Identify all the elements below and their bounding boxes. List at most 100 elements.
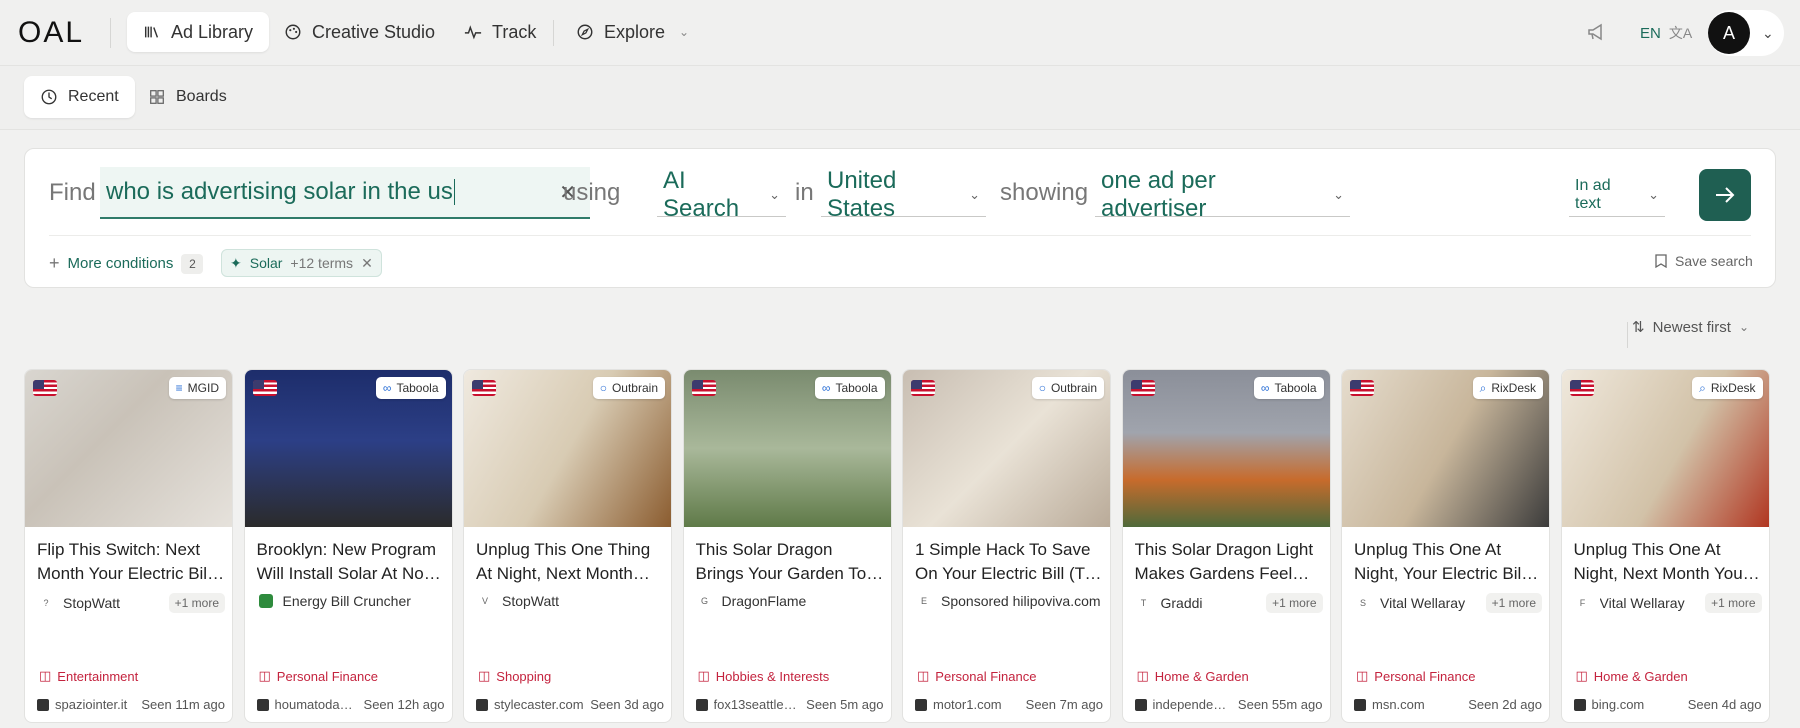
category-tag[interactable]: ◫ Personal Finance bbox=[1356, 668, 1475, 684]
category-tag[interactable]: ◫ Home & Garden bbox=[1137, 668, 1249, 684]
ad-title[interactable]: Flip This Switch: Next Month Your Electr… bbox=[37, 538, 225, 586]
advertiser-row[interactable]: S Vital Wellaray +1 more bbox=[1356, 593, 1542, 613]
save-search-button[interactable]: Save search bbox=[1655, 253, 1753, 269]
network-label: Taboola bbox=[835, 381, 878, 395]
nav-explore[interactable]: Explore ⌄ bbox=[560, 12, 705, 52]
divider bbox=[110, 18, 111, 48]
publisher-domain[interactable]: fox13seattle.com bbox=[714, 697, 801, 712]
search-query-input[interactable]: who is advertising solar in the us ✕ bbox=[100, 167, 590, 219]
app-logo[interactable]: OAL bbox=[18, 16, 84, 50]
ad-title[interactable]: This Solar Dragon Brings Your Garden To … bbox=[696, 538, 884, 586]
publisher-domain[interactable]: houmatoday.com bbox=[275, 697, 358, 712]
publisher-domain[interactable]: msn.com bbox=[1372, 697, 1462, 712]
card-footer: motor1.com Seen 7m ago bbox=[915, 697, 1103, 712]
advertiser-row[interactable]: ? StopWatt +1 more bbox=[39, 593, 225, 613]
ad-title[interactable]: This Solar Dragon Light Makes Gardens Fe… bbox=[1135, 538, 1323, 586]
remove-tag-icon[interactable]: ✕ bbox=[361, 255, 373, 272]
us-flag-icon bbox=[691, 380, 716, 396]
display-mode-select[interactable]: one ad per advertiser ⌄ bbox=[1095, 167, 1350, 222]
advertiser-row[interactable]: Energy Bill Cruncher bbox=[258, 593, 445, 609]
ad-card[interactable]: ∞ Taboola Brooklyn: New Program Will Ins… bbox=[243, 369, 453, 723]
in-label: in bbox=[795, 179, 814, 206]
keyword-tag[interactable]: ✦ Solar +12 terms ✕ bbox=[221, 249, 382, 277]
ad-thumbnail[interactable]: ∞ Taboola bbox=[244, 370, 452, 527]
compass-icon bbox=[577, 24, 593, 40]
country-select[interactable]: United States ⌄ bbox=[821, 167, 986, 222]
us-flag-icon bbox=[472, 380, 496, 396]
category-tag[interactable]: ◫ Home & Garden bbox=[1576, 668, 1688, 684]
scope-select[interactable]: In ad text ⌄ bbox=[1569, 173, 1665, 217]
nav-creative-studio[interactable]: Creative Studio bbox=[268, 12, 451, 52]
advertiser-row[interactable]: E Sponsored hilipoviva.com bbox=[917, 593, 1103, 609]
ad-card[interactable]: ⌕ RixDesk Unplug This One At Night, Next… bbox=[1560, 369, 1770, 723]
network-badge: ⌕ RixDesk bbox=[1692, 377, 1763, 399]
nav-ad-library[interactable]: Ad Library bbox=[127, 12, 270, 52]
divider bbox=[553, 20, 554, 46]
seen-time: Seen 11m ago bbox=[141, 697, 225, 712]
us-flag-icon bbox=[1350, 380, 1374, 396]
query-text: who is advertising solar in the us bbox=[106, 178, 453, 205]
arrow-right-icon bbox=[1716, 187, 1735, 203]
more-advertisers-badge[interactable]: +1 more bbox=[1485, 593, 1542, 613]
advertiser-name: StopWatt bbox=[63, 595, 121, 611]
publisher-domain[interactable]: stylecaster.com bbox=[494, 697, 584, 712]
chevron-down-icon: ⌄ bbox=[969, 186, 980, 202]
ad-thumbnail[interactable]: ⌕ RixDesk bbox=[1342, 370, 1549, 527]
ad-card[interactable]: ∞ Taboola This Solar Dragon Light Makes … bbox=[1121, 369, 1331, 723]
category-tag[interactable]: ◫ Personal Finance bbox=[917, 668, 1036, 684]
search-submit-button[interactable] bbox=[1699, 169, 1751, 221]
publisher-domain[interactable]: spaziointer.it bbox=[55, 697, 135, 712]
category-tag[interactable]: ◫ Hobbies & Interests bbox=[698, 668, 830, 684]
nav-track[interactable]: Track bbox=[448, 12, 552, 52]
save-search-label: Save search bbox=[1675, 253, 1753, 269]
ad-title[interactable]: Brooklyn: New Program Will Install Solar… bbox=[257, 538, 445, 586]
more-advertisers-badge[interactable]: +1 more bbox=[1266, 593, 1323, 613]
more-advertisers-badge[interactable]: +1 more bbox=[1705, 593, 1762, 613]
ad-title[interactable]: Unplug This One Thing At Night, Next Mon… bbox=[476, 538, 664, 586]
more-advertisers-badge[interactable]: +1 more bbox=[168, 593, 225, 613]
ad-thumbnail[interactable]: ⌕ RixDesk bbox=[1561, 370, 1769, 527]
announcements-icon[interactable] bbox=[1586, 22, 1608, 42]
tag-extra: +12 terms bbox=[290, 255, 354, 271]
ad-card[interactable]: ○ Outbrain Unplug This One Thing At Nigh… bbox=[463, 369, 672, 723]
category-tag[interactable]: ◫ Personal Finance bbox=[259, 668, 378, 684]
tab-label: Boards bbox=[176, 88, 227, 105]
tab-boards[interactable]: Boards bbox=[132, 76, 243, 118]
category-tag[interactable]: ◫ Entertainment bbox=[39, 668, 138, 684]
advertiser-row[interactable]: V StopWatt bbox=[478, 593, 664, 609]
ad-thumbnail[interactable]: ≡ MGID bbox=[25, 370, 232, 527]
publisher-domain[interactable]: bing.com bbox=[1592, 697, 1682, 712]
ad-card[interactable]: ≡ MGID Flip This Switch: Next Month Your… bbox=[24, 369, 233, 723]
seen-time: Seen 12h ago bbox=[363, 697, 445, 712]
ad-thumbnail[interactable]: ○ Outbrain bbox=[903, 370, 1110, 527]
ad-title[interactable]: Unplug This One At Night, Next Month You… bbox=[1574, 538, 1762, 586]
ad-thumbnail[interactable]: ○ Outbrain bbox=[464, 370, 671, 527]
category-tag[interactable]: ◫ Shopping bbox=[478, 668, 551, 684]
network-icon: ∞ bbox=[821, 381, 831, 395]
network-badge: ○ Outbrain bbox=[1031, 377, 1104, 399]
ad-card[interactable]: ⌕ RixDesk Unplug This One At Night, Your… bbox=[1341, 369, 1550, 723]
more-conditions-button[interactable]: + More conditions 2 bbox=[49, 253, 204, 274]
advertiser-row[interactable]: F Vital Wellaray +1 more bbox=[1576, 593, 1762, 613]
ad-title[interactable]: Unplug This One At Night, Your Electric … bbox=[1354, 538, 1542, 586]
ad-card[interactable]: ○ Outbrain 1 Simple Hack To Save On Your… bbox=[902, 369, 1111, 723]
account-menu[interactable]: A ⌄ bbox=[1708, 10, 1784, 56]
tab-recent[interactable]: Recent bbox=[24, 76, 135, 118]
ad-title[interactable]: 1 Simple Hack To Save On Your Electric B… bbox=[915, 538, 1103, 586]
search-panel: Find who is advertising solar in the us … bbox=[24, 148, 1776, 288]
search-method-select[interactable]: AI Search ⌄ bbox=[657, 167, 786, 222]
us-flag-icon bbox=[252, 380, 277, 396]
ad-thumbnail[interactable]: ∞ Taboola bbox=[683, 370, 891, 527]
ad-thumbnail[interactable]: ∞ Taboola bbox=[1122, 370, 1330, 527]
divider bbox=[1627, 322, 1628, 348]
network-icon: ⌕ bbox=[1479, 380, 1487, 395]
ad-card[interactable]: ∞ Taboola This Solar Dragon Brings Your … bbox=[682, 369, 892, 723]
using-label: using bbox=[563, 179, 621, 206]
publisher-domain[interactable]: independent.co.uk bbox=[1153, 697, 1232, 712]
publisher-domain[interactable]: motor1.com bbox=[933, 697, 1020, 712]
advertiser-row[interactable]: T Graddi +1 more bbox=[1137, 593, 1323, 613]
advertiser-row[interactable]: G DragonFlame bbox=[698, 593, 884, 609]
sort-icon: ⇅ bbox=[1632, 319, 1645, 336]
sort-select[interactable]: ⇅ Newest first ⌄ bbox=[1632, 318, 1749, 337]
language-selector[interactable]: EN 文A bbox=[1640, 23, 1692, 43]
